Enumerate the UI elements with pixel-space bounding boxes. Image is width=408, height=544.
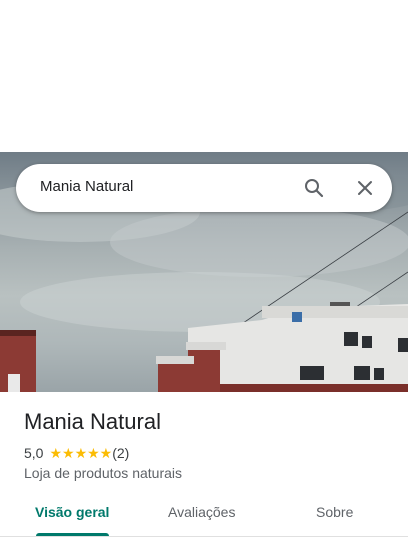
map-header-blank — [0, 0, 408, 152]
search-icon[interactable] — [302, 176, 326, 200]
rating-row[interactable]: 5,0 ★★★★★ (2) — [24, 444, 129, 462]
tab-overview[interactable]: Visão geral — [35, 504, 109, 520]
place-category: Loja de produtos naturais — [24, 465, 182, 481]
tabs-divider — [0, 536, 408, 537]
review-count[interactable]: (2) — [112, 445, 129, 461]
place-tabs: Visão geral Avaliações Sobre — [0, 496, 408, 536]
star-rating-icon: ★★★★★ — [49, 445, 113, 461]
place-title: Mania Natural — [24, 409, 161, 434]
tab-about[interactable]: Sobre — [316, 504, 353, 520]
search-bar[interactable]: Mania Natural — [16, 164, 392, 212]
close-icon[interactable] — [353, 176, 377, 200]
tab-reviews[interactable]: Avaliações — [168, 504, 235, 520]
rating-value: 5,0 — [24, 445, 44, 461]
search-input[interactable]: Mania Natural — [40, 178, 133, 195]
